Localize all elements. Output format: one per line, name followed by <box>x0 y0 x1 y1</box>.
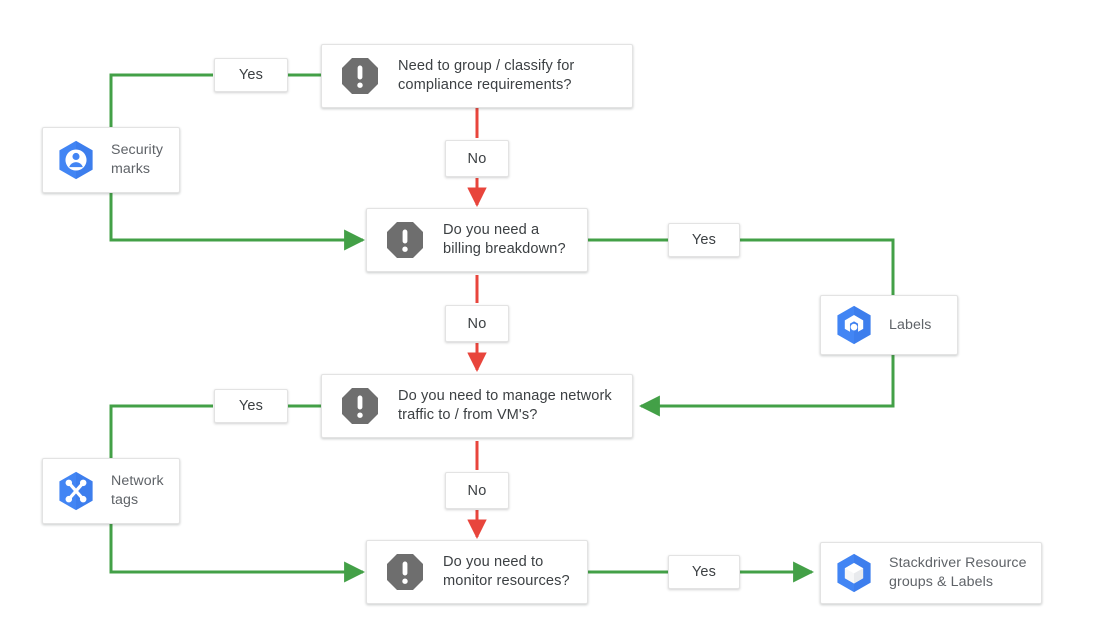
edge-label-network-no[interactable]: No <box>445 472 509 509</box>
product-label: Stackdriver Resource groups & Labels <box>889 555 1027 590</box>
decision-label: Do you need to manage network traffic to… <box>398 388 612 423</box>
alert-octagon-icon <box>342 388 378 424</box>
edge-label-network-yes[interactable]: Yes <box>214 389 288 423</box>
edge-label-billing-yes[interactable]: Yes <box>668 223 740 257</box>
decision-label: Do you need to monitor resources? <box>443 554 570 589</box>
product-label: Security marks <box>111 142 164 177</box>
decision-node-network[interactable]: Do you need to manage network traffic to… <box>321 374 633 438</box>
decision-label: Need to group / classify for compliance … <box>398 58 575 93</box>
decision-node-monitor[interactable]: Do you need to monitor resources? <box>366 540 588 604</box>
flowchart-canvas: Need to group / classify for compliance … <box>0 0 1100 644</box>
alert-octagon-icon <box>387 554 423 590</box>
alert-octagon-icon <box>342 58 378 94</box>
decision-node-billing[interactable]: Do you need a billing breakdown? <box>366 208 588 272</box>
product-label: Labels <box>889 316 932 333</box>
decision-label: Do you need a billing breakdown? <box>443 222 566 257</box>
product-node-stackdriver[interactable]: Stackdriver Resource groups & Labels <box>820 542 1042 604</box>
edge-label-monitor-yes[interactable]: Yes <box>668 555 740 589</box>
edge-label-billing-no[interactable]: No <box>445 305 509 342</box>
labels-hexagon-icon <box>837 305 871 345</box>
network-tags-hexagon-icon <box>59 471 93 511</box>
product-label: Network tags <box>111 473 164 508</box>
product-node-network-tags[interactable]: Network tags <box>42 458 180 524</box>
decision-node-compliance[interactable]: Need to group / classify for compliance … <box>321 44 633 108</box>
product-node-labels[interactable]: Labels <box>820 295 958 355</box>
stackdriver-hexagon-icon <box>837 553 871 593</box>
edge-label-compliance-no[interactable]: No <box>445 140 509 177</box>
product-node-security-marks[interactable]: Security marks <box>42 127 180 193</box>
alert-octagon-icon <box>387 222 423 258</box>
edge-label-compliance-yes[interactable]: Yes <box>214 58 288 92</box>
security-marks-hexagon-icon <box>59 140 93 180</box>
